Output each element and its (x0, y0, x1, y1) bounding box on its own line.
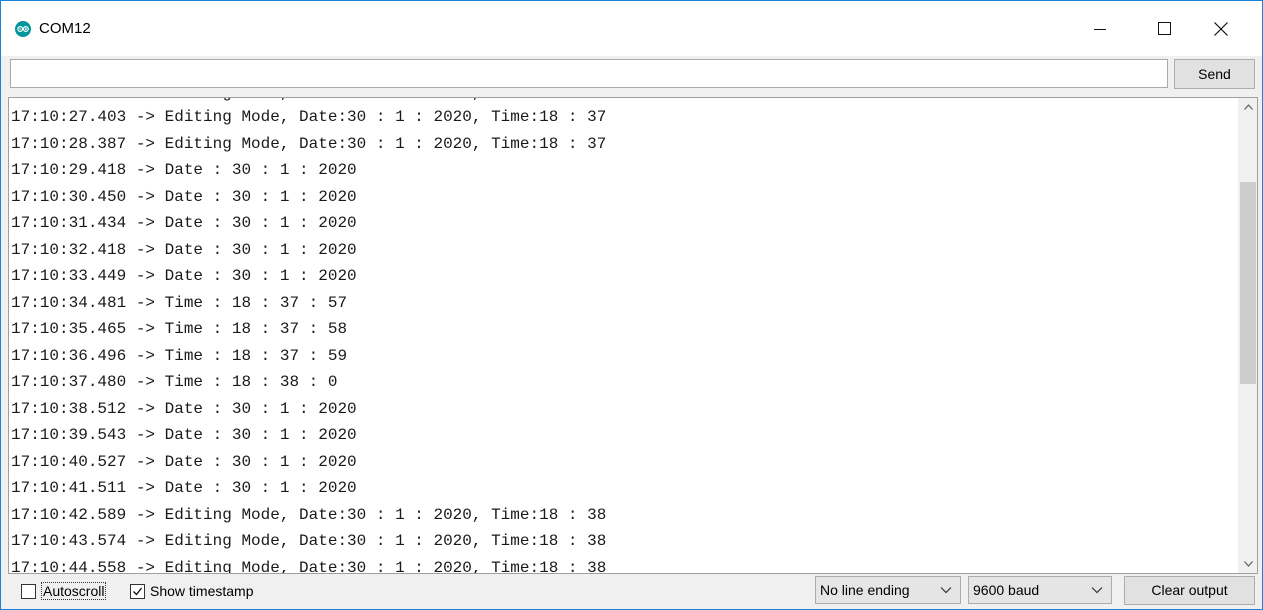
maximize-button[interactable] (1141, 1, 1187, 56)
baud-rate-select[interactable]: 9600 baud (968, 576, 1112, 604)
autoscroll-checkbox-box[interactable] (21, 583, 36, 599)
output-line: 17:10:27.403 -> Editing Mode, Date:30 : … (11, 108, 607, 126)
chevron-down-icon (1243, 561, 1253, 567)
close-button[interactable] (1198, 1, 1244, 56)
output-line: 17:10:34.481 -> Time : 18 : 37 : 57 (11, 293, 348, 312)
output-line: 17:10:38.512 -> Date : 30 : 1 : 2020 (11, 399, 357, 418)
output-line: 17:10:42.589 -> Editing Mode, Date:30 : … (11, 505, 607, 524)
output-line: 17:10:31.434 -> Date : 30 : 1 : 2020 (11, 214, 357, 232)
output-line: 17:10:44.558 -> Editing Mode, Date:30 : … (11, 558, 607, 574)
send-button[interactable]: Send (1174, 59, 1255, 89)
output-line: 17:10:33.449 -> Date : 30 : 1 : 2020 (11, 267, 357, 285)
autoscroll-checkbox[interactable]: Autoscroll (21, 581, 107, 601)
minimize-icon (1094, 28, 1106, 30)
scroll-down-button[interactable] (1239, 555, 1257, 573)
clear-output-button[interactable]: Clear output (1124, 576, 1255, 605)
close-icon (1214, 21, 1228, 36)
output-line: 17:10:39.543 -> Date : 30 : 1 : 2020 (11, 426, 357, 444)
bottom-bar: Autoscroll Show timestamp No line ending… (1, 574, 1262, 609)
autoscroll-label: Autoscroll (41, 582, 107, 600)
show-timestamp-label: Show timestamp (150, 583, 254, 599)
vertical-scrollbar[interactable] (1238, 98, 1257, 573)
serial-input[interactable] (10, 59, 1168, 88)
output-line: 17:10:35.465 -> Time : 18 : 37 : 58 (11, 320, 348, 338)
output-lines: 17:10:27.403 -> Editing Mode, Date:30 : … (11, 104, 1231, 573)
show-timestamp-checkbox-box[interactable] (130, 583, 145, 599)
output-line: 17:10:30.450 -> Date : 30 : 1 : 2020 (11, 187, 357, 206)
minimize-button[interactable] (1077, 1, 1123, 56)
line-ending-select[interactable]: No line ending (815, 576, 961, 604)
output-line: 17:10:32.418 -> Date : 30 : 1 : 2020 (11, 240, 357, 259)
line-ending-value: No line ending (820, 582, 910, 598)
serial-output[interactable]: 17:10:26.419 -> Editing Mode, Date:30 : … (8, 97, 1258, 574)
title-bar[interactable]: COM12 (1, 1, 1262, 56)
show-timestamp-checkbox[interactable]: Show timestamp (130, 581, 253, 601)
chevron-down-icon (940, 587, 952, 594)
checkmark-icon (133, 587, 143, 595)
output-line: 17:10:43.574 -> Editing Mode, Date:30 : … (11, 532, 607, 550)
chevron-up-icon (1243, 104, 1253, 110)
output-line: 17:10:36.496 -> Time : 18 : 37 : 59 (11, 346, 348, 365)
chevron-down-icon (1091, 587, 1103, 594)
scrollbar-thumb[interactable] (1240, 182, 1256, 384)
output-line: 17:10:37.480 -> Time : 18 : 38 : 0 (11, 373, 338, 391)
scroll-up-button[interactable] (1239, 98, 1257, 116)
output-line: 17:10:28.387 -> Editing Mode, Date:30 : … (11, 134, 607, 153)
serial-monitor-window: COM12 Send 17:10:26.419 -> Editing Mode,… (0, 0, 1263, 610)
window-title: COM12 (39, 20, 91, 37)
baud-rate-value: 9600 baud (973, 582, 1040, 598)
arduino-icon (15, 21, 31, 37)
output-line: 17:10:40.527 -> Date : 30 : 1 : 2020 (11, 452, 357, 471)
output-line: 17:10:29.418 -> Date : 30 : 1 : 2020 (11, 161, 357, 179)
maximize-icon (1157, 22, 1171, 35)
output-line: 17:10:41.511 -> Date : 30 : 1 : 2020 (11, 479, 357, 497)
